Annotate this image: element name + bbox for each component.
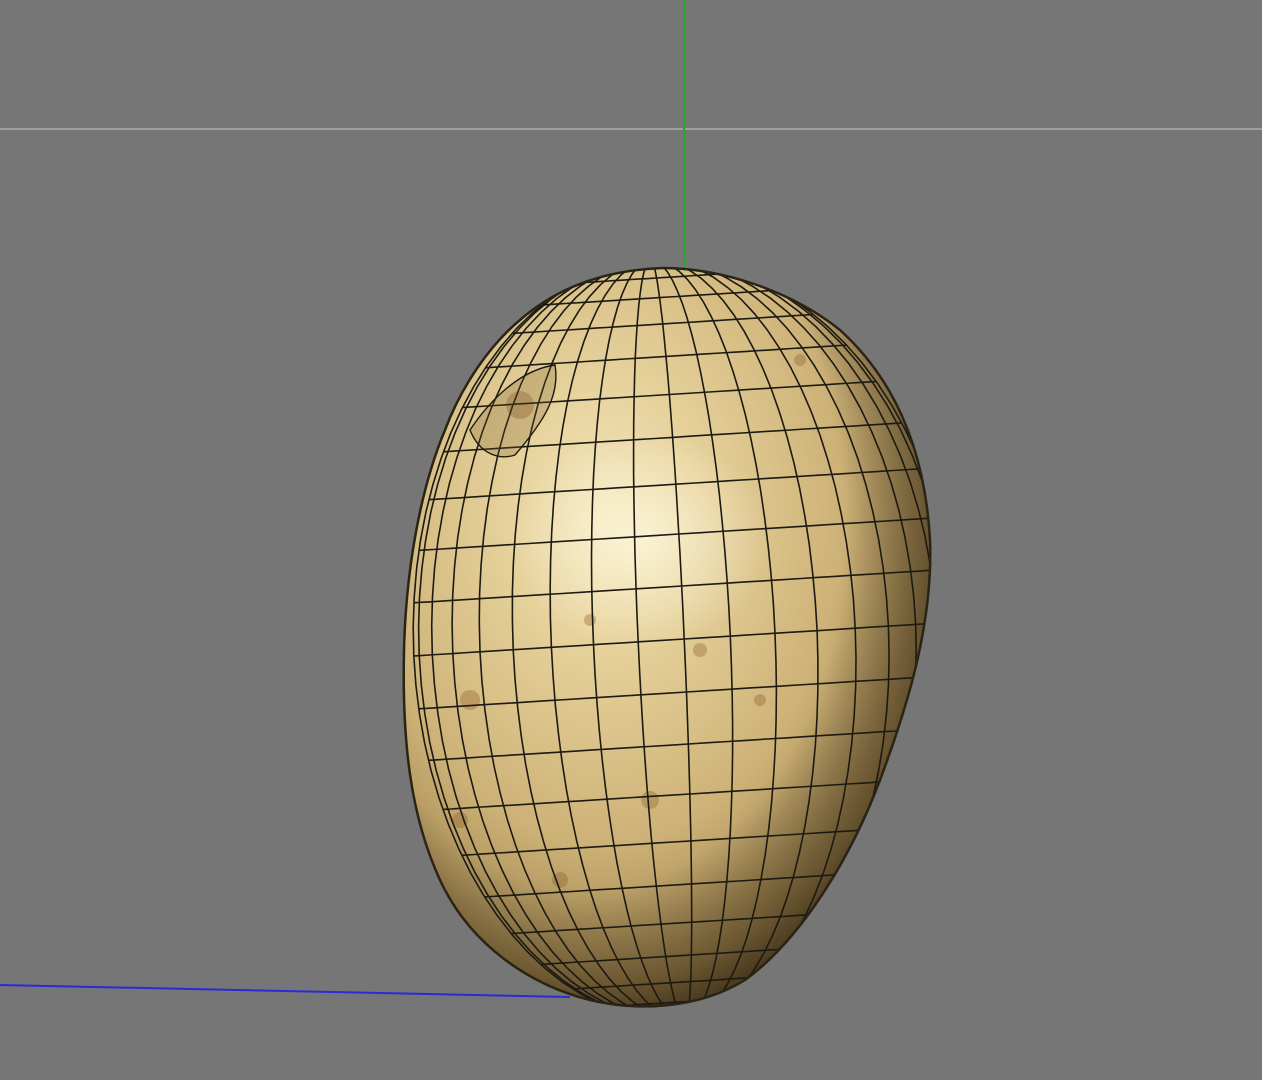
wire-parallel [677, 1019, 694, 1020]
3d-viewport[interactable] [0, 0, 1262, 1080]
x-axis-line [0, 984, 571, 998]
wire-parallel [643, 260, 660, 261]
potato-mesh[interactable] [402, 260, 955, 1021]
viewport-canvas[interactable] [0, 0, 1262, 1080]
wire-parallel [642, 1011, 734, 1017]
